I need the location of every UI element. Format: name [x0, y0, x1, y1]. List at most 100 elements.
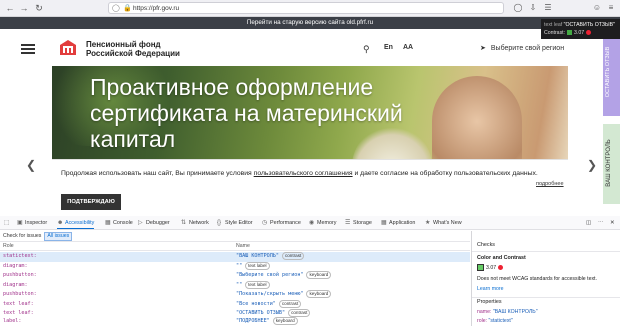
menu-icon[interactable]: ≡ [606, 2, 616, 14]
network-icon: ⇅ [181, 220, 187, 226]
style-editor-icon: {} [217, 220, 222, 226]
tab-performance[interactable]: ◷ Performance [262, 218, 301, 229]
tree-row[interactable]: diagram: "" text label [0, 261, 470, 272]
consent-text-before: Продолжая использовать наш сайт, Вы прин… [61, 170, 254, 177]
url-bar[interactable]: ◯ 🔒 https://pfr.gov.ru [108, 2, 504, 14]
accessibility-icon: ☻ [57, 220, 64, 226]
property-name: name: "ВАШ КОНТРОЛЬ" [477, 309, 538, 315]
tab-inspector[interactable]: ▣ Inspector [17, 218, 47, 229]
tree-row[interactable]: statictext: "ВАШ КОНТРОЛЬ" contrast [0, 252, 470, 262]
tab-debugger[interactable]: ▷ Debugger [138, 218, 170, 229]
tab-whats-new[interactable]: ★ What's New [425, 218, 462, 229]
tree-row[interactable]: label: "ПОДРОБНЕЕ" keyboard [0, 317, 470, 327]
accessibility-tooltip: text leaf "ОСТАВИТЬ ОТЗЫВ" Contrast: 3.07 [541, 19, 620, 39]
hamburger-menu-icon[interactable] [21, 44, 35, 54]
tooltip-contrast-label: Contrast: [544, 30, 566, 36]
shield-icon[interactable]: ◯ [112, 4, 120, 14]
region-label: Выберите свой регион [490, 45, 565, 52]
tab-accessibility[interactable]: ☻ Accessibility [57, 218, 95, 229]
issue-badge: keyboard [306, 271, 332, 279]
issue-badge: contrast [281, 252, 305, 260]
check-issues-label: Check for issues [3, 233, 42, 239]
tooltip-role-value: "ОСТАВИТЬ ОТЗЫВ" [563, 22, 615, 28]
pocket-icon[interactable]: ◯ [513, 2, 523, 14]
arrow-right-icon[interactable]: → [18, 2, 30, 14]
font-size-toggle[interactable]: AA [403, 44, 413, 51]
confirm-button[interactable]: ПОДТВЕРЖДАЮ [61, 194, 121, 210]
more-link[interactable]: подробнее [536, 181, 564, 187]
tab-console[interactable]: ▦ Console [105, 218, 133, 229]
tree-row[interactable]: diagram: "" text label [0, 280, 470, 291]
contrast-value: 3.07 [477, 264, 504, 271]
hero-title: Проактивное оформление сертификата на ма… [90, 74, 403, 152]
tab-storage[interactable]: ☰ Storage [345, 218, 372, 229]
role-column-header: Role [3, 243, 14, 249]
properties-header[interactable]: Properties [477, 299, 502, 305]
reload-icon[interactable]: ↻ [33, 2, 45, 14]
carousel-prev-icon[interactable]: ❮ [26, 158, 36, 172]
tab-memory[interactable]: ◉ Memory [309, 218, 336, 229]
search-icon[interactable]: ⚲ [363, 44, 370, 55]
color-swatch-icon [477, 264, 484, 271]
brand-line-1: Пенсионный фонд [86, 40, 161, 49]
tooltip-contrast-value: 3.07 [574, 30, 585, 36]
issues-select[interactable]: All issues [44, 232, 73, 241]
tooltip-role-label: text leaf [544, 22, 563, 28]
lock-icon[interactable]: 🔒 [123, 4, 132, 14]
performance-icon: ◷ [262, 220, 268, 226]
tree-row[interactable]: pushbutton: "Выберите свой регион" keyboar… [0, 271, 470, 281]
error-icon [585, 30, 591, 36]
more-options-icon[interactable]: ⋯ [598, 218, 603, 229]
color-swatch-icon [567, 30, 573, 36]
brand-line-2: Российской Федерации [86, 49, 180, 58]
feedback-label: ОСТАВИТЬ ОТЗЫВ [605, 46, 611, 98]
issue-badge: keyboard [306, 290, 332, 298]
consent-text: Продолжая использовать наш сайт, Вы прин… [61, 170, 541, 178]
element-picker-icon[interactable]: ⬚ [4, 218, 9, 229]
tab-network[interactable]: ⇅ Network [181, 218, 209, 229]
region-selector[interactable]: ➤ Выберите свой регион [480, 44, 564, 52]
wcag-description: Does not meet WCAG standards for accessi… [477, 276, 597, 282]
issue-badge: text label [245, 280, 270, 289]
issue-badge: text label [245, 261, 270, 270]
pfr-logo-icon[interactable] [58, 39, 78, 56]
memory-icon: ◉ [309, 220, 315, 226]
url-text[interactable]: https://pfr.gov.ru [133, 4, 179, 14]
library-icon[interactable]: ☰ [543, 2, 553, 14]
storage-icon: ☰ [345, 220, 351, 226]
feedback-side-button[interactable]: ОСТАВИТЬ ОТЗЫВ [603, 30, 620, 116]
tree-row[interactable]: text leaf: "Все новости" contrast [0, 299, 470, 310]
language-switch[interactable]: En [384, 44, 393, 51]
location-arrow-icon: ➤ [480, 45, 486, 52]
issue-badge: keyboard [272, 317, 298, 325]
tab-application[interactable]: ▦ Application [381, 218, 415, 229]
checks-header[interactable]: Checks [477, 242, 495, 248]
contacts-side-button[interactable]: ВАШ КОНТРОЛЬ [603, 124, 620, 204]
cookie-consent: Продолжая использовать наш сайт, Вы прин… [52, 159, 568, 216]
application-icon: ▦ [381, 220, 387, 226]
brand-name[interactable]: Пенсионный фонд Российской Федерации [86, 40, 180, 58]
user-agreement-link[interactable]: пользовательского соглашения [254, 170, 353, 177]
download-icon[interactable]: ⇩ [528, 2, 538, 14]
issue-badge: contrast [278, 299, 302, 308]
old-version-link[interactable]: Перейти на старую версию сайта old.pfrf.… [0, 17, 620, 29]
devtools-tabs: ⬚ ▣ Inspector ☻ Accessibility ▦ Console ▷ De… [0, 216, 620, 230]
carousel-next-icon[interactable]: ❯ [587, 158, 597, 172]
learn-more-link[interactable]: Learn more [477, 286, 504, 292]
debugger-icon: ▷ [138, 220, 143, 226]
error-icon [498, 265, 504, 270]
console-icon: ▦ [105, 220, 111, 226]
close-icon[interactable]: ✕ [610, 218, 615, 229]
tree-row[interactable]: pushbutton: "Показать/скрыть меню" keyboar… [0, 290, 470, 300]
consent-text-after: и даете согласие на обработку пользовате… [352, 170, 538, 177]
browser-toolbar: ← → ↻ ◯ 🔒 https://pfr.gov.ru ◯ ⇩ ☰ ☺ ≡ [0, 0, 620, 17]
arrow-left-icon[interactable]: ← [4, 2, 16, 14]
checks-sidebar: Checks Color and Contrast 3.07 Does not … [472, 231, 620, 326]
tab-style-editor[interactable]: {} Style Editor [217, 218, 253, 229]
account-icon[interactable]: ☺ [592, 2, 602, 14]
contacts-label: ВАШ КОНТРОЛЬ [606, 139, 612, 187]
whats-new-icon: ★ [425, 220, 431, 226]
inspector-icon: ▣ [17, 220, 23, 226]
dock-icon[interactable]: ◫ [586, 218, 591, 229]
issues-filter-bar: Check for issues All issues [0, 231, 470, 242]
